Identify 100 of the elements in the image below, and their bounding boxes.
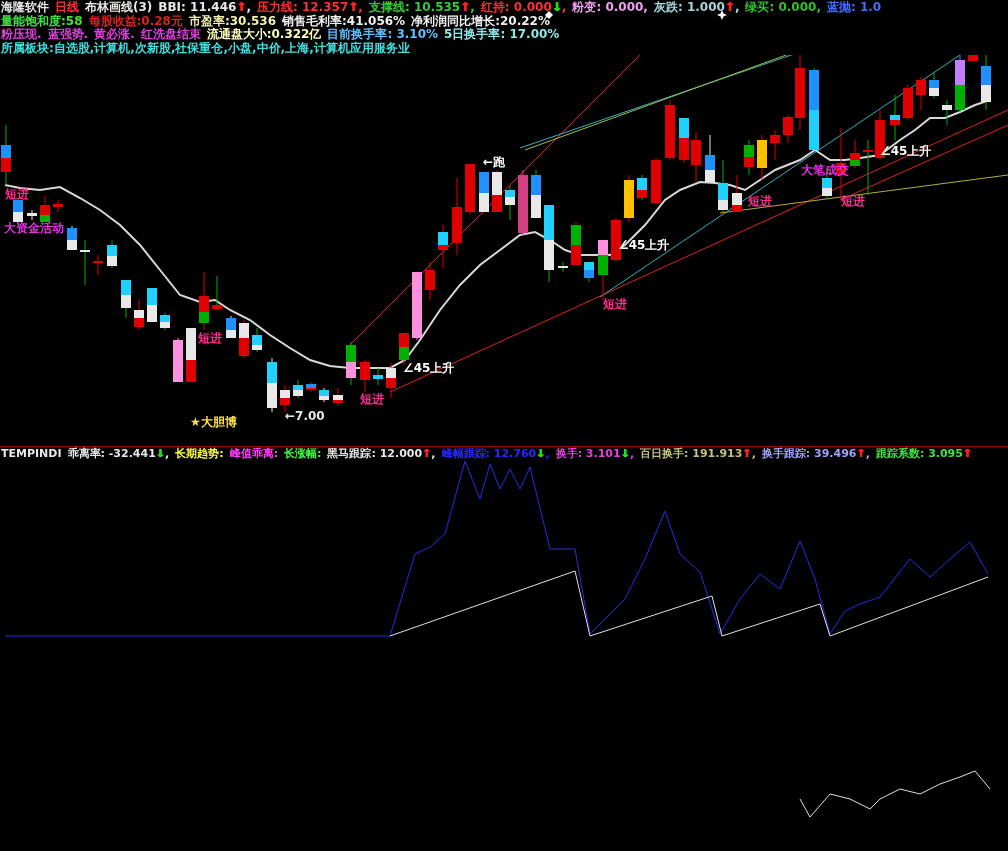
candlestick: [360, 359, 370, 393]
trend-arrow: ↓: [155, 447, 166, 461]
indicator-reading: 所属板块:自选股,计算机,次新股,社保重仓,小盘,中价,上海,计算机应用服务业: [1, 41, 410, 55]
candlestick: [651, 157, 661, 206]
candlestick: [981, 55, 991, 111]
indicator-reading: 蓝强势.: [47, 28, 89, 42]
separator: ,: [751, 447, 756, 461]
indicator-reading: 市盈率:30.536: [188, 14, 276, 28]
candlestick: [705, 134, 715, 182]
candlestick: [93, 254, 103, 276]
candlestick: [346, 341, 356, 386]
candlestick: [173, 337, 183, 383]
candlestick: [757, 134, 767, 181]
candlestick: [40, 195, 50, 223]
separator: ,: [470, 1, 475, 15]
trend-arrow: ↓: [551, 1, 562, 15]
chart-signal-label: ←跑: [483, 156, 506, 169]
candlestick: [929, 72, 939, 99]
trend-arrow: ↑: [422, 447, 432, 461]
candlestick: [319, 387, 329, 403]
indicator-reading: BBI: 11.446: [158, 1, 237, 14]
indicator-reading: 粉变: 0.000,: [572, 1, 648, 15]
chart-signal-label: ★大胆博: [190, 416, 237, 429]
indicator-reading: 流通盘大小:0.322亿: [206, 28, 322, 41]
candlestick: [53, 199, 63, 213]
chart-signal-label: 短进: [841, 195, 865, 208]
candlestick: [1, 124, 11, 186]
trend-arrow: ↑: [236, 1, 247, 15]
chart-signal-label: 短进: [198, 332, 222, 345]
candlestick: [665, 99, 675, 161]
candlestick: [611, 217, 621, 263]
indicator-reading: 换手: 3.101: [555, 447, 621, 461]
separator: ,: [431, 447, 436, 461]
trend-arrow: ↓: [536, 447, 546, 461]
chart-signal-label: 大资金活动: [4, 222, 64, 235]
candlestick: [412, 271, 422, 341]
indicator-reading: 净利润同比增长:20.22%: [411, 14, 550, 28]
trend-arrow: ↑: [460, 1, 471, 15]
indicator-reading: 蓝抛: 1.0: [826, 1, 882, 15]
candlestick: [27, 209, 37, 221]
trend-arrow: ↑: [348, 1, 359, 15]
candlestick: [571, 221, 581, 266]
candlestick: [226, 315, 236, 339]
indicator-reading: 长期趋势:: [175, 447, 224, 461]
candlestick: [916, 76, 926, 111]
candlestick: [333, 387, 343, 407]
trend-arrow: ↑: [742, 447, 752, 461]
candlestick: [863, 139, 873, 196]
indicator-reading: 量能饱和度:58: [1, 14, 83, 28]
trend-arrow: ↑: [724, 1, 735, 15]
candlestick: [624, 174, 634, 223]
candlestick: [679, 117, 689, 164]
indicator-reading: 每股收益:0.28元: [88, 14, 183, 28]
candlestick: [968, 55, 978, 63]
indicator-reading: 粉压现.: [1, 28, 42, 42]
indicator-reading: 销售毛利率:41.056%: [282, 14, 406, 28]
chart-signal-label: 短进: [360, 393, 384, 406]
candlestick: [147, 287, 157, 323]
candlestick: [252, 327, 262, 353]
candlestick: [691, 131, 701, 183]
candlestick: [386, 362, 396, 399]
indicator-reading: 5日换手率: 17.00%: [444, 28, 560, 42]
trend-arrow: ↑: [856, 447, 866, 461]
candlestick: [890, 94, 900, 141]
candlestick: [80, 239, 90, 286]
candlestick: [438, 224, 448, 269]
chart-signal-label: ←7.00: [285, 410, 325, 423]
candlestick: [903, 84, 913, 121]
indicator-reading: 长涨幅:: [284, 447, 322, 461]
candlestick: [744, 139, 754, 176]
indicator-reading: 百日换手: 191.913: [640, 447, 743, 461]
candlestick: [492, 169, 502, 213]
candlestick: [942, 99, 952, 126]
candlestick: [770, 129, 780, 161]
candlestick: [732, 174, 742, 213]
candlestick: [267, 357, 277, 413]
candlestick: [280, 384, 290, 413]
separator: ,: [629, 447, 635, 461]
candlestick: [505, 185, 515, 221]
candlestick: [199, 271, 209, 331]
candlestick: [479, 171, 489, 213]
indicator-reading: 黑马跟踪: 12.000: [327, 447, 423, 461]
candlestick: [134, 299, 144, 331]
separator: ,: [734, 1, 740, 15]
separator: ,: [165, 447, 170, 461]
candlestick: [67, 225, 77, 251]
indicator-reading: 灰跌: 1.000: [653, 1, 725, 15]
indicator-reading: 绿买: 0.000,: [745, 1, 821, 15]
indicator-reading: 换手跟踪: 39.496: [761, 447, 857, 461]
candlestick: [850, 139, 860, 169]
candlestick: [584, 261, 594, 283]
chart-signal-label: ∠45上升: [403, 362, 455, 375]
chart-signal-label: 短进: [603, 298, 627, 311]
indicator-reading: 布林画线(3): [85, 1, 153, 15]
indicator-reading: 日线: [55, 1, 79, 14]
separator: ,: [545, 447, 550, 461]
candlestick: [212, 275, 222, 311]
candlestick: [425, 261, 435, 301]
candlestick: [718, 159, 728, 213]
chart-signal-label: 短进: [748, 195, 772, 208]
